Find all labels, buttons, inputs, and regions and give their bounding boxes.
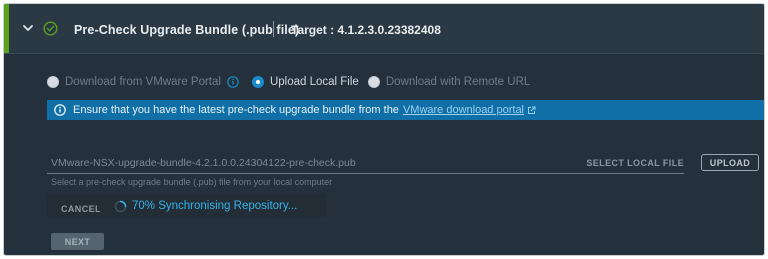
next-button[interactable]: NEXT <box>51 233 104 250</box>
file-input[interactable]: VMware-NSX-upgrade-bundle-4.2.1.0.0.2430… <box>47 154 684 174</box>
info-banner: Ensure that you have the latest pre-chec… <box>47 100 764 120</box>
section-title: Pre-Check Upgrade Bundle (.pub file) <box>74 23 300 37</box>
radio-upload-local[interactable] <box>251 76 264 88</box>
upgrade-panel: Pre-Check Upgrade Bundle (.pub file) Tar… <box>3 3 765 256</box>
external-link-icon[interactable] <box>527 106 536 115</box>
status-accent-bar <box>4 4 9 53</box>
sync-status-text: 70% Synchronising Repository... <box>132 200 298 212</box>
target-version: Target : 4.1.2.3.0.23382408 <box>291 23 441 37</box>
upload-button[interactable]: UPLOAD <box>701 154 759 171</box>
success-check-icon <box>43 21 58 36</box>
radio-remote-url[interactable] <box>367 76 380 88</box>
radio-download-portal <box>47 76 59 88</box>
file-helper-text: Select a pre-check upgrade bundle (.pub)… <box>51 177 333 187</box>
loading-spinner-icon <box>114 200 127 213</box>
cancel-button[interactable]: CANCEL <box>61 204 101 214</box>
radio-upload-local-label[interactable]: Upload Local File <box>270 76 359 88</box>
source-options: Download from VMware Portal Upload Local… <box>47 74 530 90</box>
chevron-down-icon[interactable] <box>21 21 35 35</box>
vmware-portal-link[interactable]: VMware download portal <box>403 104 524 116</box>
file-name-value: VMware-NSX-upgrade-bundle-4.2.1.0.0.2430… <box>51 157 356 169</box>
radio-download-portal-label: Download from VMware Portal <box>65 76 221 88</box>
header-divider <box>273 21 274 37</box>
radio-remote-url-label[interactable]: Download with Remote URL <box>386 76 530 88</box>
info-icon[interactable] <box>227 76 239 88</box>
banner-message: Ensure that you have the latest pre-chec… <box>73 104 399 116</box>
section-header: Pre-Check Upgrade Bundle (.pub file) Tar… <box>4 4 764 54</box>
select-local-file-button[interactable]: SELECT LOCAL FILE <box>586 158 684 168</box>
info-icon <box>54 104 66 116</box>
